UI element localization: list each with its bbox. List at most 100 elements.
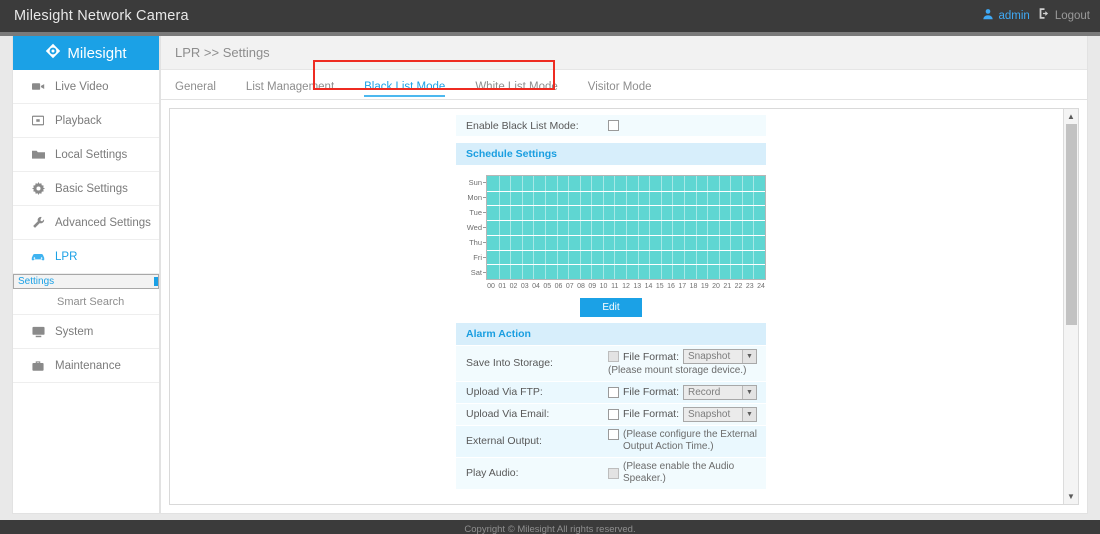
chart-vline — [568, 176, 569, 279]
schedule-chart[interactable]: Sun Mon Tue Wed Thu Fri Sat 0 — [456, 173, 766, 290]
chart-vline — [638, 176, 639, 279]
x-tick: 07 — [565, 283, 575, 290]
sidebar-subitem-smart-search[interactable]: Smart Search — [13, 289, 159, 315]
scrollbar-track[interactable] — [1064, 124, 1079, 489]
y-tick: Sat — [456, 265, 486, 280]
tab-visitor-mode[interactable]: Visitor Mode — [588, 81, 664, 99]
scroll-up-button[interactable]: ▲ — [1064, 109, 1079, 124]
row-enable-black-list-mode: Enable Black List Mode: — [456, 115, 766, 137]
chart-vline — [557, 176, 558, 279]
save-into-storage-file-format-select[interactable]: Snapshot ▼ — [683, 349, 757, 364]
chart-vline — [533, 176, 534, 279]
footer: Copyright © Milesight All rights reserve… — [0, 520, 1100, 534]
external-output-checkbox[interactable] — [608, 429, 619, 440]
brand-label: Milesight — [67, 45, 126, 62]
top-bar: Milesight Network Camera admin Logout — [0, 0, 1100, 32]
section-header-schedule-settings: Schedule Settings — [456, 143, 766, 165]
save-into-storage-checkbox[interactable] — [608, 351, 619, 362]
sidebar-item-live-video[interactable]: Live Video — [13, 70, 159, 104]
app-title: Milesight Network Camera — [14, 8, 189, 24]
tab-list-management[interactable]: List Management — [246, 81, 346, 99]
tab-black-list-mode[interactable]: Black List Mode — [364, 81, 457, 99]
user-chip[interactable]: admin — [982, 7, 1029, 25]
x-tick: 02 — [509, 283, 519, 290]
panel-wrapper: Enable Black List Mode: Schedule Setting… — [161, 100, 1087, 513]
chart-vline — [591, 176, 592, 279]
x-tick: 16 — [666, 283, 676, 290]
row-upload-via-ftp: Upload Via FTP: File Format: Record ▼ — [456, 382, 766, 404]
chart-vline — [626, 176, 627, 279]
x-tick: 06 — [554, 283, 564, 290]
tab-general[interactable]: General — [175, 81, 228, 99]
x-tick: 23 — [745, 283, 755, 290]
y-tick: Mon — [456, 190, 486, 205]
x-tick: 04 — [531, 283, 541, 290]
settings-panel: Enable Black List Mode: Schedule Setting… — [169, 108, 1079, 505]
settings-form: Enable Black List Mode: Schedule Setting… — [456, 109, 766, 490]
folder-icon — [31, 149, 45, 160]
play-audio-checkbox[interactable] — [608, 468, 619, 479]
upload-via-email-file-format-select[interactable]: Snapshot ▼ — [683, 407, 757, 422]
row-value: (Please enable the Audio Speaker.) — [608, 458, 766, 489]
row-value: File Format: Snapshot ▼ (Please mount st… — [608, 346, 766, 381]
upload-via-email-checkbox[interactable] — [608, 409, 619, 420]
x-tick: 08 — [576, 283, 586, 290]
tab-white-list-mode[interactable]: White List Mode — [475, 81, 569, 99]
chart-vline — [742, 176, 743, 279]
user-name: admin — [998, 10, 1029, 22]
select-value: Record — [688, 387, 720, 398]
milesight-logo-icon — [45, 43, 61, 63]
x-tick: 21 — [722, 283, 732, 290]
gear-icon — [31, 182, 45, 195]
x-tick: 03 — [520, 283, 530, 290]
sidebar-item-advanced-settings[interactable]: Advanced Settings — [13, 206, 159, 240]
row-external-output: External Output: (Please configure the E… — [456, 426, 766, 458]
chart-plot-area[interactable] — [486, 175, 766, 280]
sidebar-item-system[interactable]: System — [13, 315, 159, 349]
x-tick: 19 — [700, 283, 710, 290]
row-note: (Please configure the External Output Ac… — [623, 429, 766, 454]
chart-vline — [522, 176, 523, 279]
section-header-alarm-action: Alarm Action — [456, 323, 766, 345]
sidebar-item-lpr[interactable]: LPR — [13, 240, 159, 274]
chart-vline — [696, 176, 697, 279]
x-tick: 11 — [610, 283, 620, 290]
x-tick: 20 — [711, 283, 721, 290]
enable-black-list-mode-checkbox[interactable] — [608, 120, 619, 131]
sidebar-item-playback[interactable]: Playback — [13, 104, 159, 138]
sidebar-subitem-settings[interactable]: Settings — [13, 274, 159, 289]
sidebar-item-maintenance[interactable]: Maintenance — [13, 349, 159, 383]
x-tick: 12 — [621, 283, 631, 290]
y-tick: Wed — [456, 220, 486, 235]
row-label: Save Into Storage: — [456, 357, 608, 369]
upload-via-ftp-file-format-select[interactable]: Record ▼ — [683, 385, 757, 400]
y-tick: Tue — [456, 205, 486, 220]
sidebar-item-basic-settings[interactable]: Basic Settings — [13, 172, 159, 206]
x-tick: 24 — [756, 283, 766, 290]
content-area: LPR >> Settings General List Management … — [160, 36, 1088, 514]
row-value: (Please configure the External Output Ac… — [608, 426, 766, 457]
edit-schedule-button[interactable]: Edit — [580, 298, 641, 317]
chart-vline — [684, 176, 685, 279]
logout-button[interactable]: Logout — [1038, 7, 1090, 25]
row-play-audio: Play Audio: (Please enable the Audio Spe… — [456, 458, 766, 490]
scrollbar-thumb[interactable] — [1066, 124, 1077, 325]
sidebar-item-label: Basic Settings — [55, 183, 128, 195]
sidebar-item-label: Local Settings — [55, 149, 127, 161]
chart-vline — [545, 176, 546, 279]
chart-vline — [719, 176, 720, 279]
upload-via-ftp-checkbox[interactable] — [608, 387, 619, 398]
file-format-label: File Format: — [623, 351, 679, 363]
x-tick: 13 — [632, 283, 642, 290]
app-shell: Milesight Live Video Playback Local Sett… — [0, 36, 1100, 514]
scroll-down-button[interactable]: ▼ — [1064, 489, 1079, 504]
chart-x-axis: 0001020304050607080910111213141516171819… — [486, 280, 766, 290]
vertical-scrollbar[interactable]: ▲ ▼ — [1063, 109, 1078, 504]
schedule-button-row: Edit — [456, 298, 766, 317]
sidebar-item-label: System — [55, 326, 93, 338]
sidebar-item-local-settings[interactable]: Local Settings — [13, 138, 159, 172]
file-format-label: File Format: — [623, 386, 679, 398]
row-upload-via-email: Upload Via Email: File Format: Snapshot … — [456, 404, 766, 426]
row-label: Upload Via Email: — [456, 408, 608, 420]
x-tick: 15 — [655, 283, 665, 290]
